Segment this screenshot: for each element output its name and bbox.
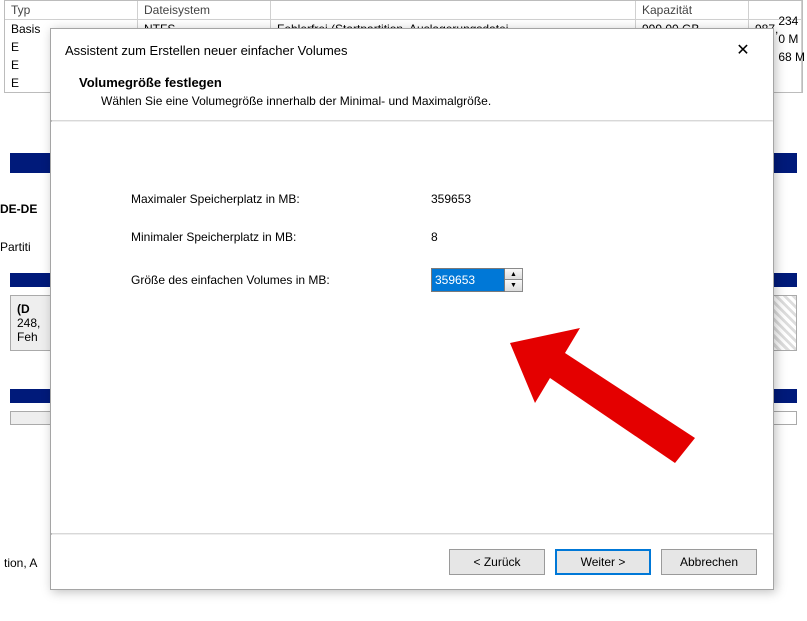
- max-space-value: 359653: [431, 192, 591, 206]
- spin-up-button[interactable]: ▲: [505, 269, 522, 280]
- volume-size-label: Größe des einfachen Volumes in MB:: [131, 273, 431, 287]
- new-simple-volume-wizard-dialog: Assistent zum Erstellen neuer einfacher …: [50, 28, 774, 590]
- wizard-step-heading: Volumegröße festlegen: [79, 75, 745, 90]
- cancel-button[interactable]: Abbrechen: [661, 549, 757, 575]
- min-space-value: 8: [431, 230, 591, 244]
- close-button[interactable]: ✕: [723, 37, 763, 63]
- chevron-up-icon: ▲: [510, 271, 517, 278]
- volume-size-input[interactable]: [431, 268, 505, 292]
- right-value-strip: 234 0 M 68 M: [778, 12, 805, 66]
- next-button[interactable]: Weiter >: [555, 549, 651, 575]
- dialog-title: Assistent zum Erstellen neuer einfacher …: [65, 43, 348, 58]
- footer-fragment: tion, A: [4, 556, 37, 570]
- chevron-down-icon: ▼: [510, 282, 517, 289]
- disk-left-labels: DE-DE Partiti: [0, 200, 37, 256]
- spin-down-button[interactable]: ▼: [505, 280, 522, 291]
- col-capacity: Kapazität: [636, 1, 749, 20]
- col-status: [271, 1, 636, 20]
- close-icon: ✕: [736, 40, 749, 60]
- separator: [51, 533, 773, 535]
- max-space-label: Maximaler Speicherplatz in MB:: [131, 192, 431, 206]
- wizard-step-subheading: Wählen Sie eine Volumegröße innerhalb de…: [79, 94, 745, 108]
- min-space-label: Minimaler Speicherplatz in MB:: [131, 230, 431, 244]
- back-button[interactable]: < Zurück: [449, 549, 545, 575]
- col-layout: Typ: [5, 1, 138, 20]
- col-filesystem: Dateisystem: [138, 1, 271, 20]
- volume-size-spinner[interactable]: ▲ ▼: [431, 268, 531, 292]
